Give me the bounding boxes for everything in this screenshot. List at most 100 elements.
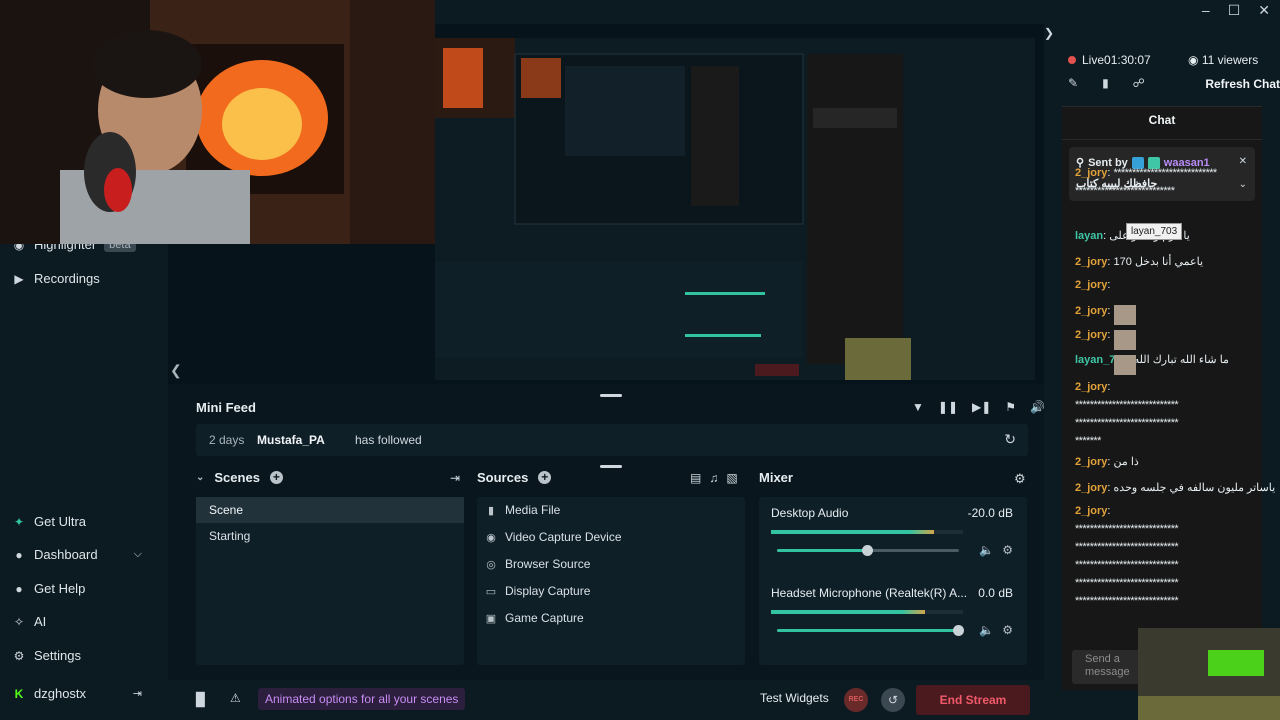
mini-feed-title: Mini Feed [196,400,256,415]
level-meter [771,530,963,534]
minimize-icon[interactable]: – [1202,2,1210,19]
chat-text: ياساتر مليون سالفه في جلسه وحده [1113,482,1276,494]
mixer-header: Mixer [759,470,793,485]
slider-knob[interactable] [862,545,873,556]
logout-icon[interactable]: ⇥ [133,687,142,700]
sidebar-item-settings[interactable]: ⚙ Settings [12,648,81,663]
add-source-button[interactable]: + [538,471,552,484]
replay-buffer-icon[interactable]: ↺ [881,688,905,712]
volume-icon[interactable]: 🔈 [979,543,994,557]
emote-image [1114,305,1136,325]
account-name: dzghostx [34,686,87,701]
chat-username[interactable]: 2_jory [1075,381,1107,393]
source-item[interactable]: ▮ Media File [485,499,560,521]
chat-message: 2_jory: [1075,329,1110,341]
resize-handle[interactable] [600,465,622,468]
folder-icon[interactable]: ▧ [726,471,737,485]
share-icon[interactable]: ☍ [1133,76,1145,90]
chat-username[interactable]: 2_jory [1075,167,1107,179]
sources-header: Sources + [477,470,552,485]
chat-separator: : [1107,305,1111,317]
source-item[interactable]: ▭ Display Capture [485,580,591,602]
source-label: Browser Source [505,557,591,571]
chat-username[interactable]: 2_jory [1075,456,1107,468]
close-icon[interactable]: ✕ [1258,2,1270,19]
pause-icon[interactable]: ❚❚ [938,400,958,414]
test-widgets-button[interactable]: Test Widgets [760,691,829,705]
chat-message: layan_703: ما شاء الله تبارك الله [1075,353,1230,366]
scene-transition-icon[interactable]: ⇥ [450,471,460,485]
chat-text: *************************** [1075,185,1175,197]
scenes-title: Scenes [214,470,260,485]
hide-icon[interactable]: ✕ [1239,156,1247,167]
source-item[interactable]: ▣ Game Capture [485,607,584,629]
chat-text: ياعمي أنا بدخل 170 [1113,256,1204,268]
alert-icon[interactable]: ⚠ [230,691,241,705]
gear-icon[interactable]: ⚙ [1002,623,1013,637]
sidebar-item-ai[interactable]: ✧ AI [12,614,46,629]
sidebar-item-dashboard[interactable]: ● Dashboard ⌵ [12,547,156,562]
slider-knob[interactable] [953,625,964,636]
filter-icon[interactable]: ▼ [912,400,924,414]
record-button[interactable]: REC [844,688,868,712]
scenes-panel: Scene Starting [196,497,464,665]
collapse-left-icon[interactable]: ❮ [170,362,182,379]
volume-icon[interactable]: 🔈 [979,623,994,637]
chat-username[interactable]: 2_jory [1075,482,1107,494]
gear-icon[interactable]: ⚙ [1014,471,1026,487]
resize-handle[interactable] [600,394,622,397]
volume-slider[interactable] [777,625,964,636]
chat-username[interactable]: 2_jory [1075,279,1107,291]
live-dot-icon [1068,56,1076,64]
webcam-overlay [0,0,435,244]
channel-controls: 🔈 ⚙ [979,543,1013,557]
volume-icon[interactable]: 🔊 [1030,400,1045,414]
pencil-icon[interactable]: ✎ [1068,76,1078,90]
chat-username[interactable]: 2_jory [1075,329,1107,341]
maximize-icon[interactable]: ☐ [1228,2,1241,19]
sidebar-item-label: Recordings [34,271,100,286]
refresh-icon[interactable]: ↻ [1004,431,1016,448]
scenes-header: ⌄ Scenes + [196,470,283,485]
emote-image [1114,355,1136,375]
sidebar-item-recordings[interactable]: ▶ Recordings [12,271,100,286]
add-scene-button[interactable]: + [269,471,283,484]
sources-title: Sources [477,470,529,485]
sidebar-item-account[interactable]: K dzghostx ⇥ [12,686,156,701]
gear-icon[interactable]: ⚙ [1002,543,1013,557]
chat-toolbar: ✎ ▮ ☍ [1068,76,1145,90]
chevron-down-icon[interactable]: ⌵ [134,548,142,561]
help-icon: ● [15,581,23,596]
group-icon[interactable]: ▤ [690,471,701,485]
chevron-down-icon[interactable]: ⌄ [196,472,204,483]
nested-preview-image [435,38,1035,380]
scene-item[interactable]: Starting [196,523,464,549]
audio-icon[interactable]: ♫ [709,471,718,485]
skip-icon[interactable]: ▶❚ [972,400,991,414]
chat-text: **************************** [1075,541,1179,553]
popout-icon[interactable]: ▮ [1102,76,1109,90]
dashboard-icon: ● [15,547,23,562]
bell-icon[interactable]: ⚑ [1005,400,1016,414]
chat-panel: ❯ Live 01:30:07 ◉ 11 viewers ✎ ▮ ☍ Refres… [1044,24,1280,720]
refresh-chat-button[interactable]: Refresh Chat [1205,77,1280,91]
community-logo-image [1138,628,1280,720]
chat-username[interactable]: 2_jory [1075,505,1107,517]
sidebar-item-get-help[interactable]: ● Get Help [12,581,85,596]
user-tooltip: layan_703 [1126,223,1183,240]
volume-slider[interactable] [777,545,959,556]
stats-icon[interactable]: ▉ [196,692,206,708]
end-stream-button[interactable]: End Stream [916,685,1030,715]
sidebar-item-get-ultra[interactable]: ✦ Get Ultra [12,514,86,529]
chat-message: 2_jory: [1075,505,1110,517]
chat-username[interactable]: 2_jory [1075,256,1107,268]
chevron-down-icon[interactable]: ⌄ [1239,179,1247,190]
chat-username[interactable]: layan [1075,230,1103,242]
source-item[interactable]: ◎ Browser Source [485,553,590,575]
chat-message: **************************** [1075,399,1179,411]
collapse-right-icon[interactable]: ❯ [1044,26,1054,40]
chat-username[interactable]: 2_jory [1075,305,1107,317]
promo-chip[interactable]: Animated options for all your scenes [258,688,466,710]
source-item[interactable]: ◉ Video Capture Device [485,526,621,548]
scene-item[interactable]: Scene [196,497,464,523]
